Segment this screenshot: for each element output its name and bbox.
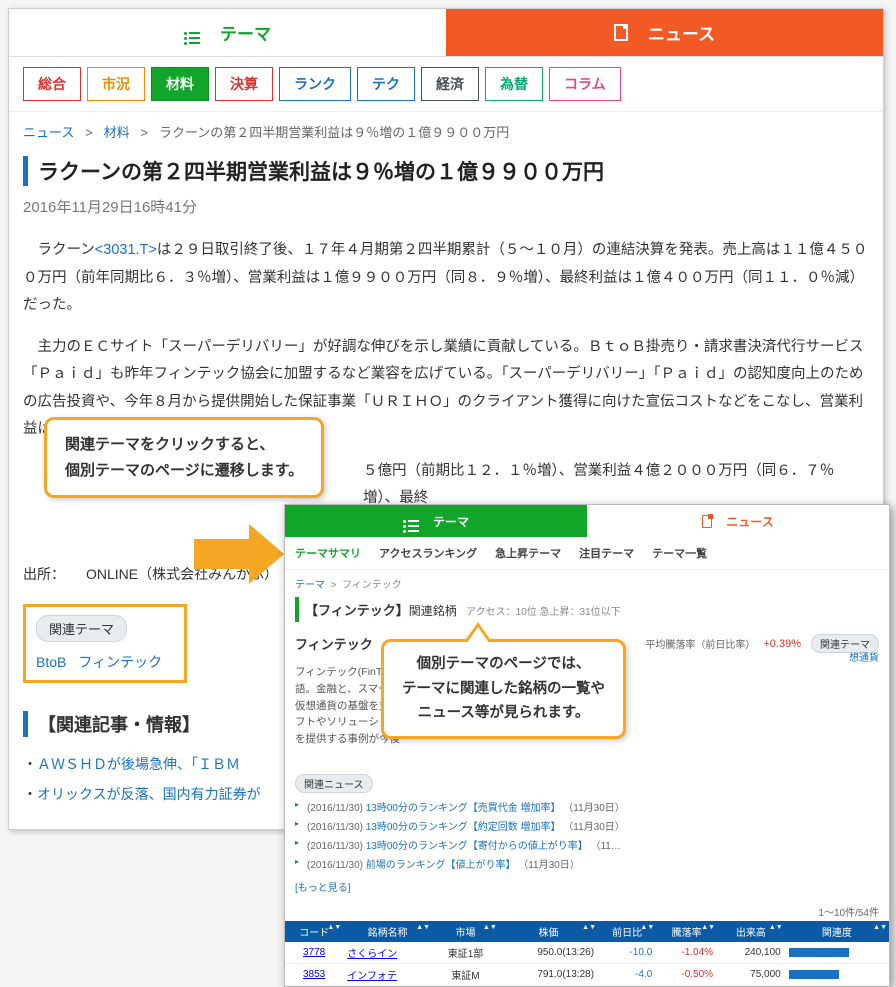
- overlay-stock-table: コード▲▼銘柄名称▲▼市場▲▼株価▲▼前日比▲▼騰落率▲▼出来高▲▼関連度▲▼ …: [285, 921, 889, 986]
- breadcrumb-root[interactable]: ニュース: [23, 125, 74, 140]
- list-icon: [184, 32, 200, 34]
- table-header[interactable]: 株価▲▼: [499, 921, 598, 942]
- related-theme-box: 関連テーマ BtoB フィンテック: [23, 604, 187, 683]
- overlay-news-item: (2016/11/30) 13時00分のランキング【寄付からの値上がり率】 （1…: [295, 835, 879, 854]
- breadcrumb-mid[interactable]: 材料: [104, 125, 130, 140]
- category-経済[interactable]: 経済: [421, 67, 479, 101]
- related-theme-tag[interactable]: BtoB: [36, 654, 66, 670]
- overlay-subnav-item[interactable]: テーマサマリ: [295, 545, 361, 561]
- article-timestamp: 2016年11月29日16時41分: [9, 196, 883, 227]
- table-row: 3778さくらイン東証1部950.0(13:26)-10.0-1.04%240,…: [285, 942, 889, 964]
- table-header[interactable]: コード▲▼: [285, 921, 343, 942]
- overlay-news-item: (2016/11/30) 前場のランキング【値上がり率】 （11月30日）: [295, 854, 879, 873]
- stock-code-link[interactable]: 3853: [303, 969, 325, 980]
- overlay-subnav-item[interactable]: 急上昇テーマ: [495, 545, 561, 561]
- overlay-subnav-item[interactable]: アクセスランキング: [379, 545, 477, 561]
- related-theme-label: 関連テーマ: [36, 615, 127, 642]
- category-row: 総合市況材料決算ランクテク経済為替コラム: [9, 57, 883, 112]
- overlay-table-info: 1～10件/54件: [285, 902, 889, 921]
- theme-detail-overlay: テーマ ニュース テーマサマリ アクセスランキング 急上昇テーマ 注目テーマ テーマ一覧…: [284, 504, 890, 987]
- category-総合[interactable]: 総合: [23, 67, 81, 101]
- table-header[interactable]: 騰落率▲▼: [656, 921, 717, 942]
- related-article-link[interactable]: オリックスが反落、国内有力証券が: [37, 786, 261, 802]
- category-テク[interactable]: テク: [357, 67, 415, 101]
- overlay-rate: +0.39%: [763, 638, 801, 650]
- breadcrumb-leaf: ラクーンの第２四半期営業利益は９％増の１億９９００万円: [159, 125, 509, 140]
- document-icon: [702, 515, 712, 528]
- arrow-icon: [194, 524, 284, 584]
- overlay-news-item: (2016/11/30) 13時00分のランキング【売買代金 増加率】 （11月…: [295, 797, 879, 816]
- list-icon: [403, 520, 419, 522]
- table-header[interactable]: 前日比▲▼: [598, 921, 656, 942]
- category-コラム[interactable]: コラム: [549, 67, 621, 101]
- callout-theme-page: 個別テーマのページでは、 テーマに関連した銘柄の一覧や ニュース等が見られます。: [381, 639, 626, 739]
- table-row: 3853インフォテ東証M791.0(13:28)-4.0-0.50%75,000: [285, 963, 889, 985]
- overlay-title: 【フィンテック】関連銘柄 アクセス：10位 急上昇：31位以下: [295, 597, 879, 622]
- overlay-breadcrumb: テーマ > フィンテック: [285, 570, 889, 597]
- category-市況[interactable]: 市況: [87, 67, 145, 101]
- overlay-news-link[interactable]: 13時00分のランキング【寄付からの値上がり率】: [366, 841, 588, 852]
- overlay-news-item: (2016/11/30) 13時00分のランキング【約定回数 増加率】 （11月…: [295, 816, 879, 835]
- overlay-news-link[interactable]: 13時00分のランキング【約定回数 増加率】: [366, 822, 561, 833]
- category-決算[interactable]: 決算: [215, 67, 273, 101]
- table-header[interactable]: 市場▲▼: [432, 921, 499, 942]
- overlay-more-link[interactable]: [もっと見る]: [295, 883, 351, 894]
- overlay-news-label: 関連ニュース: [295, 774, 373, 793]
- stock-name-link[interactable]: さくらイン: [347, 949, 397, 960]
- table-header[interactable]: 銘柄名称▲▼: [343, 921, 432, 942]
- tab-news[interactable]: ニュース: [446, 9, 883, 56]
- overlay-related-tag[interactable]: 想通貨: [849, 653, 879, 664]
- tab-news-label: ニュース: [648, 20, 715, 45]
- callout-related-theme: 関連テーマをクリックすると、 個別テーマのページに遷移します。: [44, 417, 324, 498]
- related-article-link[interactable]: ＡＷＳＨＤが後場急伸、「ＩＢＭ: [37, 756, 240, 772]
- stock-name-link[interactable]: インフォテ: [347, 971, 397, 982]
- table-header[interactable]: 出来高▲▼: [717, 921, 785, 942]
- table-header[interactable]: 関連度▲▼: [785, 921, 889, 942]
- overlay-subnav-item[interactable]: テーマ一覧: [652, 545, 707, 561]
- category-為替[interactable]: 為替: [485, 67, 543, 101]
- overlay-subnav-item[interactable]: 注目テーマ: [579, 545, 634, 561]
- overlay-news-link[interactable]: 13時00分のランキング【売買代金 増加率】: [366, 803, 561, 814]
- related-theme-tag[interactable]: フィンテック: [78, 654, 162, 670]
- tab-theme-label: テーマ: [220, 20, 271, 45]
- tab-theme[interactable]: テーマ: [9, 9, 446, 56]
- stock-code-link[interactable]: 3778: [303, 947, 325, 958]
- breadcrumb: ニュース > 材料 > ラクーンの第２四半期営業利益は９％増の１億９９００万円: [9, 112, 883, 151]
- page-title: ラクーンの第２四半期営業利益は９％増の１億９９００万円: [23, 156, 869, 186]
- overlay-tab-theme[interactable]: テーマ: [285, 505, 587, 537]
- overlay-news-link[interactable]: 前場のランキング【値上がり率】: [366, 860, 516, 871]
- ticker-link[interactable]: <3031.T>: [95, 242, 157, 258]
- document-icon: [614, 24, 628, 41]
- category-ランク[interactable]: ランク: [279, 67, 351, 101]
- overlay-tab-news[interactable]: ニュース: [587, 505, 889, 537]
- category-材料[interactable]: 材料: [151, 67, 209, 101]
